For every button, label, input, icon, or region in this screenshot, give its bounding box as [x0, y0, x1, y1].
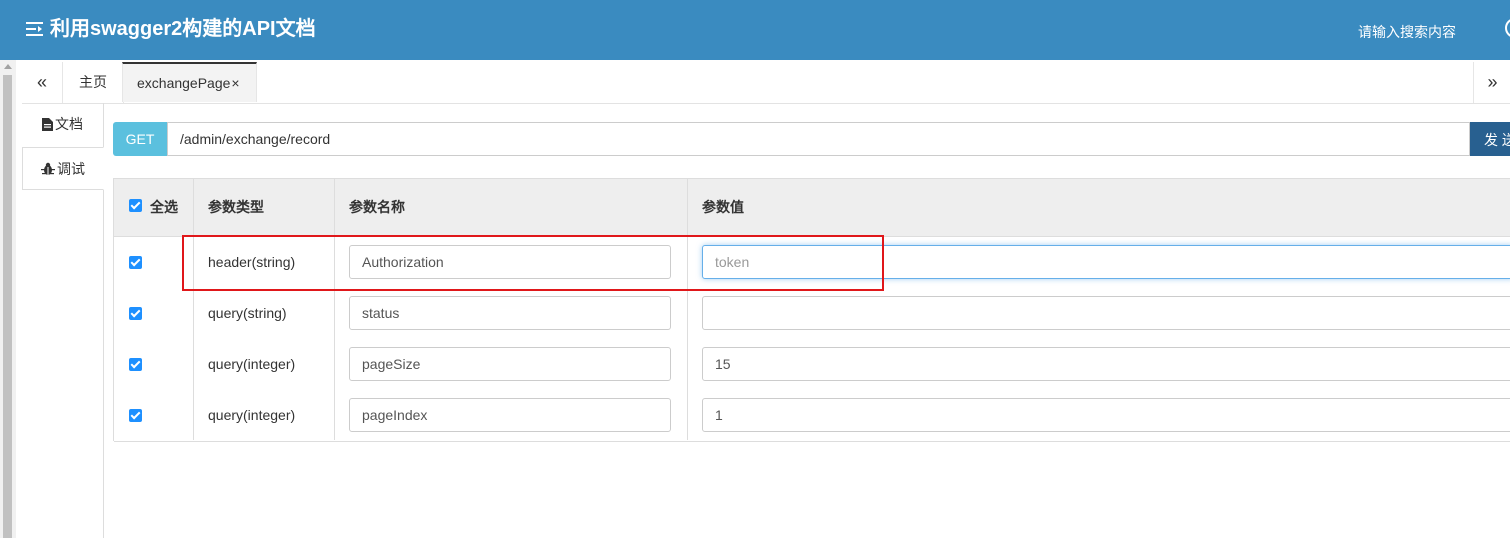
select-all-header: 全选	[150, 199, 178, 215]
row-checkbox[interactable]	[129, 358, 142, 371]
param-name-input[interactable]	[349, 347, 671, 381]
param-type-header: 参数类型	[208, 199, 264, 215]
send-button[interactable]: 发 送	[1470, 122, 1510, 156]
param-name-input[interactable]	[349, 245, 671, 279]
user-circle-icon[interactable]	[1505, 18, 1510, 38]
side-tab-debug[interactable]: 调试	[22, 147, 104, 190]
param-type: query(integer)	[208, 407, 296, 423]
param-type: header(string)	[208, 254, 296, 270]
bug-icon	[41, 162, 55, 175]
search-box[interactable]: 请输入搜索内容	[1358, 22, 1456, 42]
app-title: 利用swagger2构建的API文档	[50, 18, 316, 40]
param-value-input[interactable]	[702, 245, 1510, 279]
side-tabs: 文档 调试	[22, 103, 104, 538]
table-row: query(integer)	[114, 339, 1510, 391]
scroll-up-arrow-icon[interactable]	[4, 64, 12, 69]
param-value-input[interactable]	[702, 347, 1510, 381]
top-bar: 利用swagger2构建的API文档 请输入搜索内容	[0, 0, 1510, 60]
side-tab-debug-label: 调试	[57, 161, 85, 177]
side-tab-doc-label: 文档	[55, 116, 83, 132]
param-name-input[interactable]	[349, 398, 671, 432]
table-row: query(string)	[114, 288, 1510, 340]
param-type: query(string)	[208, 305, 287, 321]
param-name-input[interactable]	[349, 296, 671, 330]
param-name-header: 参数名称	[349, 199, 405, 215]
request-url-row: GET 发 送	[113, 122, 1510, 156]
param-type: query(integer)	[208, 356, 296, 372]
param-value-header: 参数值	[702, 199, 744, 215]
tab-bar: « 主页 exchangePage× »	[22, 62, 1510, 104]
column-divider	[687, 179, 688, 440]
tab-scroll-right-button[interactable]: »	[1473, 62, 1510, 103]
select-all-checkbox[interactable]	[129, 199, 142, 212]
vertical-scrollbar[interactable]	[0, 60, 16, 538]
param-value-input[interactable]	[702, 296, 1510, 330]
params-table: 全选 参数类型 参数名称 参数值 header(string) query(st…	[113, 178, 1510, 442]
tab-exchange-page[interactable]: exchangePage×	[122, 62, 257, 102]
tab-home[interactable]: 主页	[63, 62, 124, 103]
row-checkbox[interactable]	[129, 307, 142, 320]
table-header-row: 全选 参数类型 参数名称 参数值	[114, 179, 1510, 237]
table-row: query(integer)	[114, 390, 1510, 442]
column-divider	[193, 179, 194, 440]
tab-scroll-left-button[interactable]: «	[22, 62, 63, 103]
column-divider	[334, 179, 335, 440]
tab-close-icon[interactable]: ×	[231, 75, 239, 91]
row-checkbox[interactable]	[129, 256, 142, 269]
request-url-input[interactable]	[167, 122, 1470, 156]
table-row: header(string)	[114, 237, 1510, 289]
tab-label: exchangePage	[137, 75, 231, 91]
menu-indent-icon[interactable]	[26, 20, 44, 38]
row-checkbox[interactable]	[129, 409, 142, 422]
param-value-input[interactable]	[702, 398, 1510, 432]
scrollbar-thumb[interactable]	[3, 75, 12, 538]
file-text-icon	[42, 118, 53, 131]
side-tab-doc[interactable]: 文档	[22, 103, 103, 146]
http-method-badge: GET	[113, 122, 167, 156]
